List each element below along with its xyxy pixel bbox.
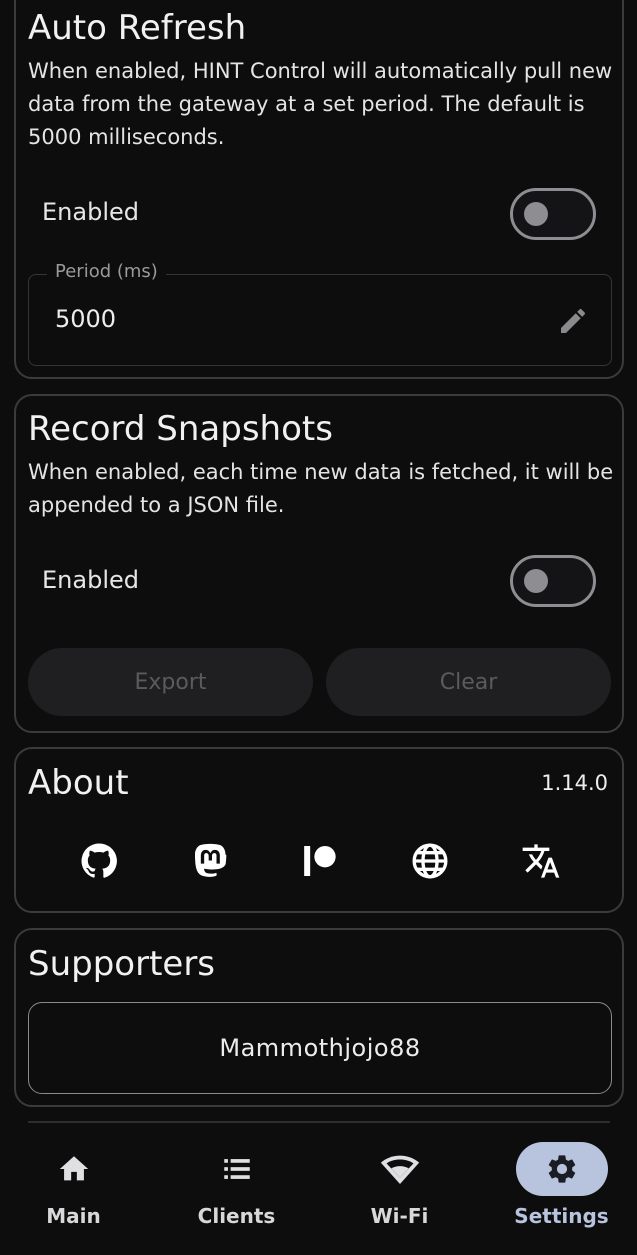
nav-label-main: Main	[46, 1204, 101, 1228]
nav-item-wifi[interactable]: Wi-Fi	[320, 1124, 479, 1255]
home-icon	[59, 1156, 88, 1181]
list-icon	[223, 1159, 250, 1179]
supporters-card: Supporters Mammothjojo88	[14, 928, 624, 1107]
patreon-icon[interactable]	[300, 841, 340, 881]
nav-label-clients: Clients	[197, 1204, 276, 1228]
nav-icon-container	[28, 1142, 120, 1196]
mastodon-icon[interactable]	[190, 841, 230, 881]
gear-icon	[548, 1155, 575, 1183]
record-snapshots-enabled-toggle[interactable]	[510, 555, 596, 607]
nav-item-main[interactable]: Main	[0, 1124, 153, 1255]
divider	[28, 1121, 610, 1123]
toggle-knob	[524, 569, 548, 593]
nav-icon-container	[354, 1142, 446, 1196]
auto-refresh-title: Auto Refresh	[28, 8, 247, 48]
record-snapshots-title: Record Snapshots	[28, 409, 333, 449]
auto-refresh-description: When enabled, HINT Control will automati…	[28, 59, 613, 149]
nav-item-clients[interactable]: Clients	[157, 1124, 316, 1255]
record-snapshots-enabled-label: Enabled	[42, 566, 139, 594]
pencil-icon[interactable]	[557, 305, 589, 337]
record-snapshots-card: Record Snapshots When enabled, each time…	[14, 394, 624, 733]
auto-refresh-enabled-label: Enabled	[42, 198, 139, 226]
export-button[interactable]: Export	[28, 648, 313, 716]
globe-icon[interactable]	[410, 841, 450, 881]
nav-item-settings[interactable]: Settings	[482, 1124, 637, 1255]
bottom-navigation: Main Clients Wi-Fi Settings	[0, 1124, 637, 1255]
supporters-title: Supporters	[28, 944, 216, 984]
wifi-icon	[380, 1155, 419, 1184]
about-card: About 1.14.0	[14, 747, 624, 913]
period-field[interactable]: Period (ms) 5000	[28, 261, 612, 366]
supporter-item: Mammothjojo88	[28, 1002, 612, 1094]
auto-refresh-card: Auto Refresh When enabled, HINT Control …	[14, 0, 624, 379]
auto-refresh-enabled-toggle[interactable]	[510, 188, 596, 240]
period-field-value: 5000	[55, 305, 117, 333]
github-icon[interactable]	[79, 841, 119, 881]
nav-label-wifi: Wi-Fi	[370, 1204, 429, 1228]
about-title: About	[28, 763, 129, 803]
period-field-label: Period (ms)	[47, 261, 166, 282]
nav-label-settings: Settings	[514, 1204, 609, 1228]
translate-icon[interactable]	[521, 841, 561, 881]
nav-icon-container	[515, 1142, 608, 1196]
clear-button[interactable]: Clear	[326, 648, 611, 716]
nav-icon-container	[191, 1142, 283, 1196]
toggle-knob	[524, 202, 548, 226]
record-snapshots-description: When enabled, each time new data is fetc…	[28, 460, 614, 517]
version-label: 1.14.0	[541, 771, 608, 795]
